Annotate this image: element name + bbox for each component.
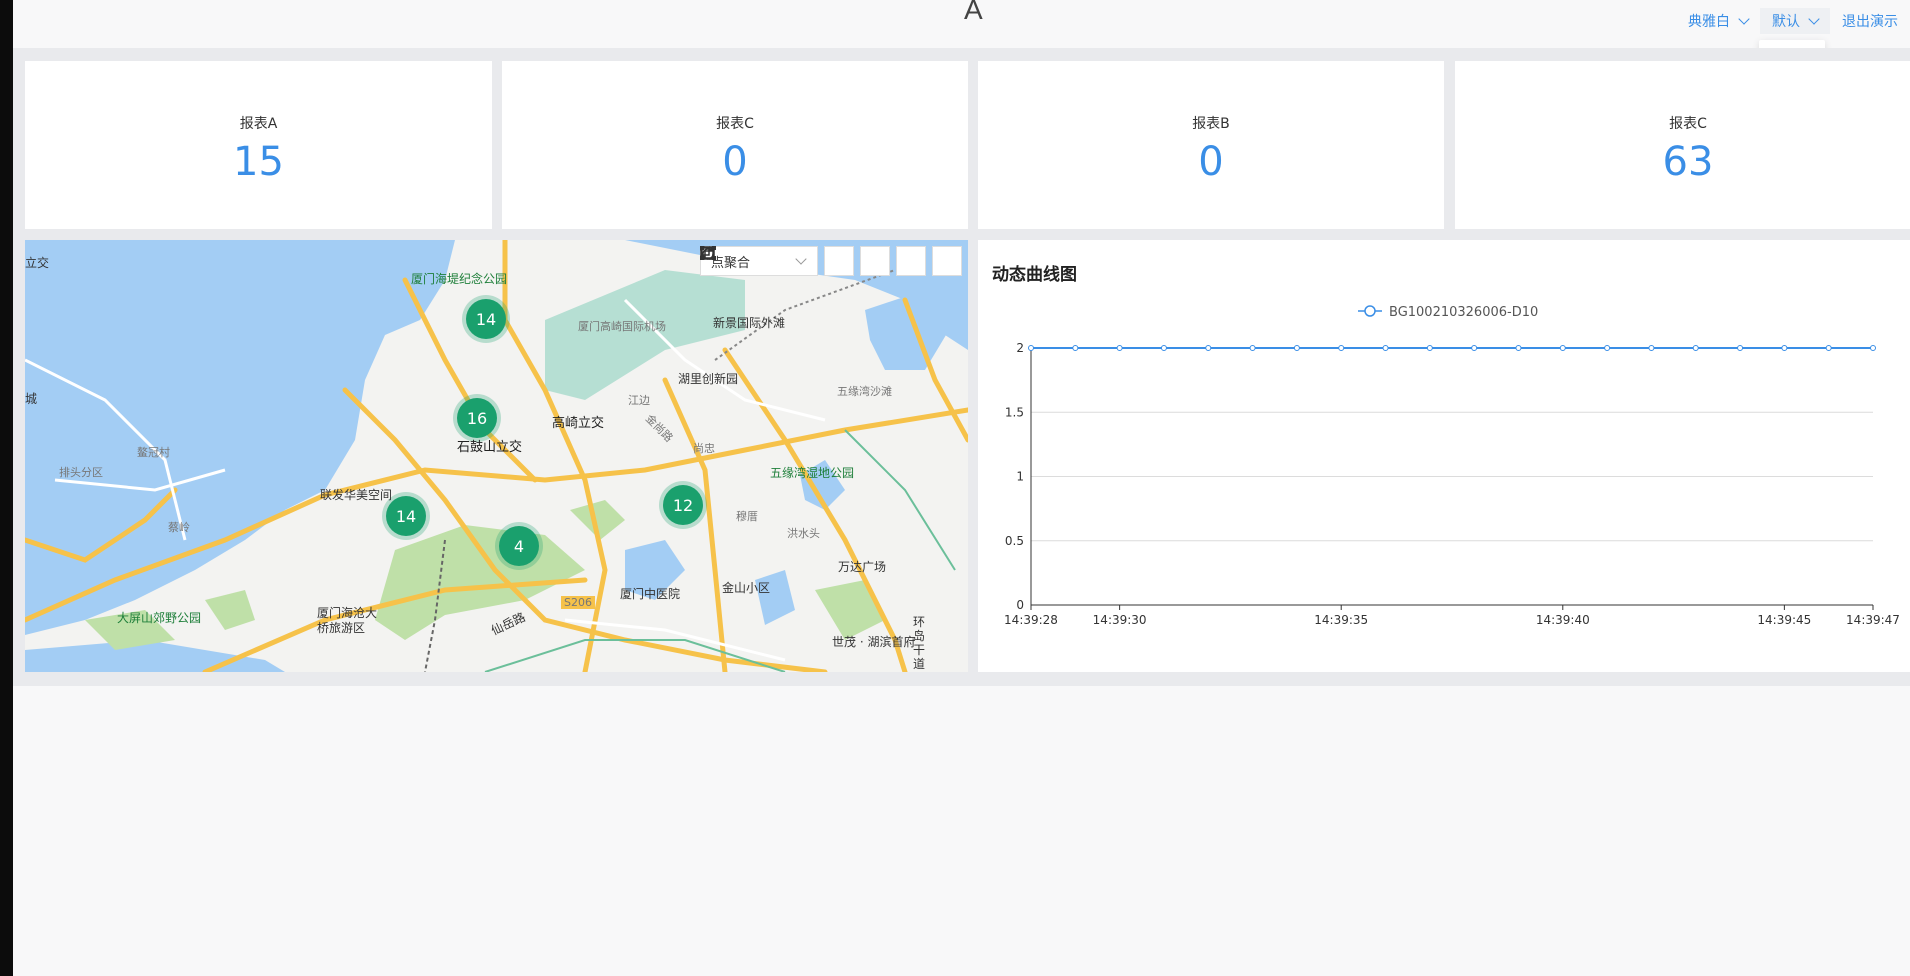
chevron-down-icon [1738, 13, 1750, 25]
y-tick-label: 1.5 [1005, 405, 1024, 419]
map-label: 江边 [628, 394, 650, 407]
map-label: 厦门高崎国际机场 [578, 320, 666, 333]
stat-value: 0 [722, 139, 748, 185]
map-cluster-marker[interactable]: 12 [659, 481, 707, 529]
map-toolbar: 点聚合 [700, 246, 962, 276]
data-point [1205, 345, 1212, 351]
stat-label: 报表C [716, 116, 754, 132]
legend-label: BG100210326006-D10 [1389, 305, 1538, 320]
left-edge-bar [0, 0, 13, 976]
x-tick-label: 14:39:30 [1093, 613, 1147, 627]
y-tick-label: 0.5 [1005, 534, 1024, 548]
map-label: 金山小区 [722, 581, 771, 595]
map-label: 排头分区 [59, 466, 103, 479]
map-label: 高崎立交 [552, 416, 605, 431]
line-chart: 0 0.5 1 1.5 2 14:39:28 14:39:30 14:39:35 14:39:4… [1004, 305, 1900, 627]
chevron-down-icon [1808, 13, 1820, 25]
data-point [1825, 345, 1832, 351]
map-label: 石鼓山立交 [457, 440, 523, 455]
x-tick-label: 14:39:47 [1846, 613, 1900, 627]
theme-style-menu[interactable]: 典雅白 [1676, 8, 1760, 34]
exit-demo-label: 退出演示 [1842, 14, 1898, 30]
data-point [1338, 345, 1345, 351]
data-point [1604, 345, 1611, 351]
map-label: 厦门海沧大桥旅游区 [317, 606, 378, 635]
map-label: 五缘湾沙滩 [837, 385, 892, 398]
theme-style-label: 典雅白 [1688, 14, 1730, 30]
data-point [1471, 345, 1478, 351]
data-point [1249, 345, 1256, 351]
fullscreen-icon [700, 246, 714, 260]
map-cluster-marker[interactable]: 14 [462, 295, 510, 343]
data-point [1072, 345, 1079, 351]
stat-card: 报表B 0 [978, 61, 1444, 229]
data-point [1426, 345, 1433, 351]
y-tick-label: 2 [1016, 341, 1024, 355]
map-label: 穆厝 [736, 510, 758, 523]
x-tick-label: 14:39:28 [1004, 613, 1058, 627]
chevron-down-icon [795, 253, 807, 265]
data-point [1870, 345, 1876, 351]
stat-card: 报表C 0 [502, 61, 968, 229]
data-point [1116, 345, 1123, 351]
map-label: 洪水头 [787, 527, 820, 540]
data-point [1648, 345, 1655, 351]
stat-label: 报表B [1192, 116, 1230, 132]
legend-marker [1364, 305, 1376, 317]
map-label: 环岛干道 [913, 615, 926, 671]
stat-label: 报表C [1669, 116, 1707, 132]
map-label: 五缘湾湿地公园 [770, 466, 855, 480]
copy-button[interactable] [700, 246, 854, 276]
aggregation-select-value: 点聚合 [711, 255, 751, 271]
map-label: 立交 [25, 256, 50, 270]
theme-menu[interactable]: 默认 [1760, 8, 1830, 34]
x-tick-label: 14:39:45 [1757, 613, 1811, 627]
map-label: 新景国际外滩 [713, 316, 786, 330]
top-nav: 典雅白 默认 退出演示 [1676, 8, 1910, 34]
fullscreen-button[interactable] [700, 246, 962, 276]
data-point [1781, 345, 1788, 351]
page-title: A [964, 0, 983, 25]
map-label: 城 [25, 392, 38, 406]
map-label: 厦门中医院 [620, 587, 681, 601]
data-point [1559, 345, 1566, 351]
map-label: 联发华美空间 [320, 488, 393, 502]
map-label: S206 [561, 596, 595, 609]
y-tick-label: 1 [1016, 470, 1024, 484]
select-area-button[interactable] [700, 246, 890, 276]
stat-value: 15 [233, 139, 284, 185]
map-cluster-marker[interactable]: 4 [495, 522, 543, 570]
x-tick-label: 14:39:35 [1314, 613, 1368, 627]
data-point [1737, 345, 1744, 351]
data-point [1515, 345, 1522, 351]
stat-card: 报表C 63 [1455, 61, 1910, 229]
theme-menu-label: 默认 [1772, 14, 1800, 30]
data-point [1160, 345, 1167, 351]
map-label: 鳌冠村 [137, 446, 170, 459]
data-point [1293, 345, 1300, 351]
map-label: 万达广场 [838, 560, 887, 574]
stat-value: 63 [1662, 139, 1714, 185]
map-label: 湖里创新园 [678, 372, 739, 386]
map-label: 尚忠 [693, 442, 715, 455]
stat-value: 0 [1198, 139, 1224, 185]
map-label: 世茂 · 湖滨首府 [832, 635, 916, 649]
data-point [1382, 345, 1389, 351]
map-panel[interactable]: 点聚合 14 16 14 4 12 厦门海堤纪念公园 厦门高崎国际机场 新景国际… [25, 240, 968, 672]
map-label: 大屏山郊野公园 [117, 611, 202, 625]
stat-label: 报表A [239, 116, 278, 132]
y-tick-label: 0 [1016, 598, 1024, 612]
data-point [1028, 345, 1034, 351]
exit-demo-link[interactable]: 退出演示 [1830, 8, 1910, 34]
aggregation-select[interactable]: 点聚合 [700, 246, 818, 276]
map-cluster-marker[interactable]: 16 [453, 394, 501, 442]
x-tick-label: 14:39:40 [1536, 613, 1590, 627]
stat-card: 报表A 15 [25, 61, 492, 229]
map-label: 蔡岭 [168, 521, 190, 534]
refresh-button[interactable] [702, 246, 926, 276]
data-point [1692, 345, 1699, 351]
map-label: 厦门海堤纪念公园 [411, 272, 508, 286]
